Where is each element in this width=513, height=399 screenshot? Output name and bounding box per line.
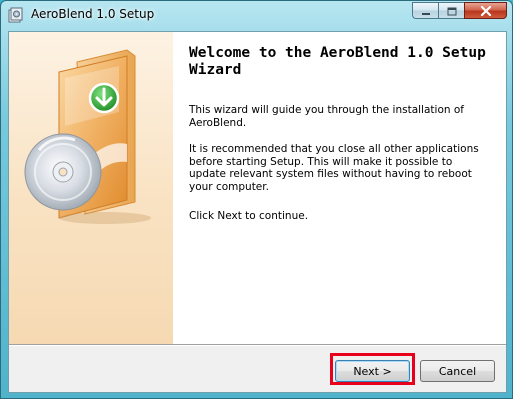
close-icon: [480, 1, 492, 20]
intro-text: This wizard will guide you through the i…: [189, 104, 464, 129]
wizard-sidebar: [9, 32, 173, 344]
title-bar[interactable]: AeroBlend 1.0 Setup: [1, 1, 512, 31]
next-button[interactable]: Next >: [335, 360, 410, 382]
window-title: AeroBlend 1.0 Setup: [31, 7, 155, 21]
software-box-with-disc-icon: [9, 49, 173, 344]
continue-instruction-text: Click Next to continue.: [189, 210, 309, 222]
wizard-client-area: Welcome to the AeroBlend 1.0 Setup Wizar…: [8, 31, 507, 393]
caption-buttons: [412, 2, 507, 20]
minimize-button[interactable]: [412, 2, 438, 19]
cancel-button[interactable]: Cancel: [420, 360, 495, 382]
minimize-icon: [421, 1, 431, 20]
installer-icon: [8, 7, 24, 23]
close-button[interactable]: [464, 2, 507, 19]
footer-separator: [9, 344, 506, 346]
recommendation-text: It is recommended that you close all oth…: [189, 143, 479, 193]
wizard-content: Welcome to the AeroBlend 1.0 Setup Wizar…: [173, 32, 506, 344]
maximize-icon: [447, 1, 457, 20]
maximize-button[interactable]: [438, 2, 464, 19]
page-title: Welcome to the AeroBlend 1.0 Setup Wizar…: [189, 45, 486, 78]
setup-window: AeroBlend 1.0 Setup Welcome to the AeroB…: [0, 0, 513, 399]
